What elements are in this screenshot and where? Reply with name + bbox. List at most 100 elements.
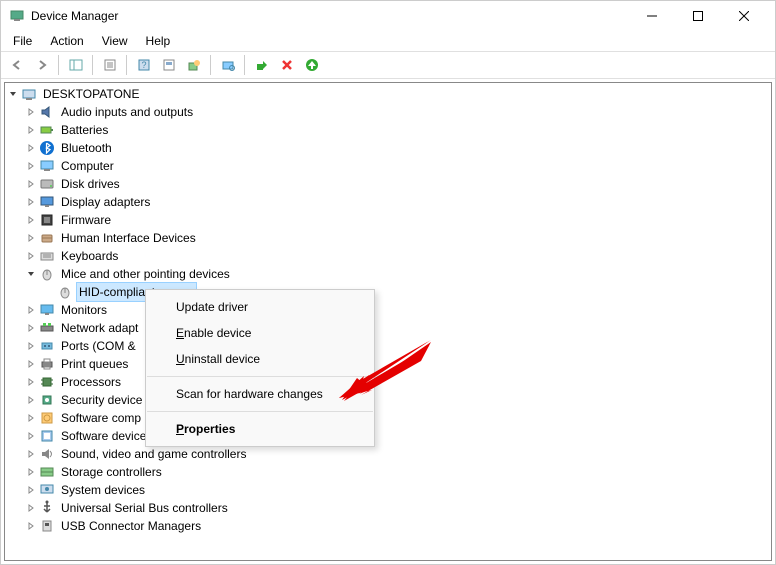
tree-category-usb[interactable]: Universal Serial Bus controllers xyxy=(5,499,771,517)
ctx-separator xyxy=(147,376,373,377)
expand-arrow-icon[interactable] xyxy=(23,248,39,264)
ctx-uninstall-device[interactable]: Uninstall device xyxy=(146,346,374,372)
expand-arrow-icon[interactable] xyxy=(23,446,39,462)
menu-help[interactable]: Help xyxy=(138,32,179,50)
ctx-enable-device[interactable]: Enable device xyxy=(146,320,374,346)
uninstall-button[interactable] xyxy=(275,54,298,76)
mouse-icon xyxy=(39,266,55,282)
tree-category-sound[interactable]: Sound, video and game controllers xyxy=(5,445,771,463)
usbconn-icon xyxy=(39,518,55,534)
action-button[interactable] xyxy=(157,54,180,76)
network-icon xyxy=(39,320,55,336)
enable-device-button[interactable] xyxy=(250,54,273,76)
expand-arrow-icon[interactable] xyxy=(23,482,39,498)
tree-label: Monitors xyxy=(59,301,109,319)
tree-label: USB Connector Managers xyxy=(59,517,203,535)
expand-arrow-icon[interactable] xyxy=(5,86,21,102)
tree-label: Ports (COM & xyxy=(59,337,138,355)
tree-category-bluetooth[interactable]: Bluetooth xyxy=(5,139,771,157)
expand-arrow-icon[interactable] xyxy=(23,104,39,120)
expand-arrow-icon[interactable] xyxy=(23,212,39,228)
expand-arrow-icon[interactable] xyxy=(23,302,39,318)
menu-file[interactable]: File xyxy=(5,32,40,50)
tree-category-computer[interactable]: Computer xyxy=(5,157,771,175)
expand-arrow-icon[interactable] xyxy=(23,392,39,408)
expand-arrow-icon[interactable] xyxy=(23,122,39,138)
tree-category-audio[interactable]: Audio inputs and outputs xyxy=(5,103,771,121)
tree-category-softdev[interactable]: Software devices xyxy=(5,427,771,445)
expand-arrow-icon[interactable] xyxy=(23,428,39,444)
storage-icon xyxy=(39,464,55,480)
expand-arrow-icon[interactable] xyxy=(23,338,39,354)
tree-label: Firmware xyxy=(59,211,113,229)
tree-category-system[interactable]: System devices xyxy=(5,481,771,499)
tree-category-battery[interactable]: Batteries xyxy=(5,121,771,139)
tree-root-node[interactable]: DESKTOPATONE xyxy=(5,85,771,103)
tree-category-storage[interactable]: Storage controllers xyxy=(5,463,771,481)
tree-category-network[interactable]: Network adapt xyxy=(5,319,771,337)
update-driver-button[interactable] xyxy=(182,54,205,76)
toolbar-separator xyxy=(92,55,93,75)
expand-arrow-icon[interactable] xyxy=(23,500,39,516)
ctx-update-driver[interactable]: Update driver xyxy=(146,294,374,320)
mouse-icon xyxy=(57,284,73,300)
tree-category-softcomp[interactable]: Software comp xyxy=(5,409,771,427)
tree-category-cpu[interactable]: Processors xyxy=(5,373,771,391)
expand-arrow-icon[interactable] xyxy=(23,194,39,210)
expand-arrow-icon[interactable] xyxy=(23,518,39,534)
maximize-button[interactable] xyxy=(675,1,721,31)
back-button[interactable] xyxy=(5,54,28,76)
expand-arrow-icon[interactable] xyxy=(23,374,39,390)
up-arrow-button[interactable] xyxy=(300,54,323,76)
expand-arrow-icon[interactable] xyxy=(23,158,39,174)
ctx-properties[interactable]: Properties xyxy=(146,416,374,442)
tree-device-mouse[interactable]: HID-compliant mouse xyxy=(5,283,771,301)
ctx-separator xyxy=(147,411,373,412)
menubar: File Action View Help xyxy=(1,31,775,51)
tree-category-printer[interactable]: Print queues xyxy=(5,355,771,373)
tree-category-keyboard[interactable]: Keyboards xyxy=(5,247,771,265)
expand-arrow-icon[interactable] xyxy=(23,320,39,336)
tree-category-mouse[interactable]: Mice and other pointing devices xyxy=(5,265,771,283)
softdev-icon xyxy=(39,428,55,444)
tree-label: Display adapters xyxy=(59,193,152,211)
expand-arrow-icon[interactable] xyxy=(23,140,39,156)
tree-category-usbconn[interactable]: USB Connector Managers xyxy=(5,517,771,535)
forward-button[interactable] xyxy=(30,54,53,76)
toolbar-separator xyxy=(244,55,245,75)
menu-action[interactable]: Action xyxy=(42,32,91,50)
ctx-scan-hardware[interactable]: Scan for hardware changes xyxy=(146,381,374,407)
tree-category-ports[interactable]: Ports (COM & xyxy=(5,337,771,355)
tree-category-security[interactable]: Security device xyxy=(5,391,771,409)
tree-label: Human Interface Devices xyxy=(59,229,198,247)
expand-arrow-icon[interactable] xyxy=(41,284,57,300)
tree-category-display[interactable]: Display adapters xyxy=(5,193,771,211)
tree-label: Print queues xyxy=(59,355,130,373)
tree-category-firmware[interactable]: Firmware xyxy=(5,211,771,229)
minimize-button[interactable] xyxy=(629,1,675,31)
tree-label: Disk drives xyxy=(59,175,122,193)
tree-category-monitor[interactable]: Monitors xyxy=(5,301,771,319)
device-tree[interactable]: DESKTOPATONEAudio inputs and outputsBatt… xyxy=(4,82,772,561)
expand-arrow-icon[interactable] xyxy=(23,230,39,246)
expand-arrow-icon[interactable] xyxy=(23,356,39,372)
tree-category-hid[interactable]: Human Interface Devices xyxy=(5,229,771,247)
tree-label: Bluetooth xyxy=(59,139,114,157)
toolbar-separator xyxy=(210,55,211,75)
scan-hardware-button[interactable] xyxy=(216,54,239,76)
tree-label: DESKTOPATONE xyxy=(41,85,141,103)
expand-arrow-icon[interactable] xyxy=(23,266,39,282)
expand-arrow-icon[interactable] xyxy=(23,464,39,480)
menu-view[interactable]: View xyxy=(94,32,136,50)
toolbar-separator xyxy=(126,55,127,75)
tree-category-disk[interactable]: Disk drives xyxy=(5,175,771,193)
titlebar: Device Manager xyxy=(1,1,775,31)
show-hide-tree-button[interactable] xyxy=(64,54,87,76)
help-button[interactable]: ? xyxy=(132,54,155,76)
close-button[interactable] xyxy=(721,1,767,31)
window-title: Device Manager xyxy=(31,9,118,23)
expand-arrow-icon[interactable] xyxy=(23,176,39,192)
properties-button[interactable] xyxy=(98,54,121,76)
root-icon xyxy=(21,86,37,102)
expand-arrow-icon[interactable] xyxy=(23,410,39,426)
